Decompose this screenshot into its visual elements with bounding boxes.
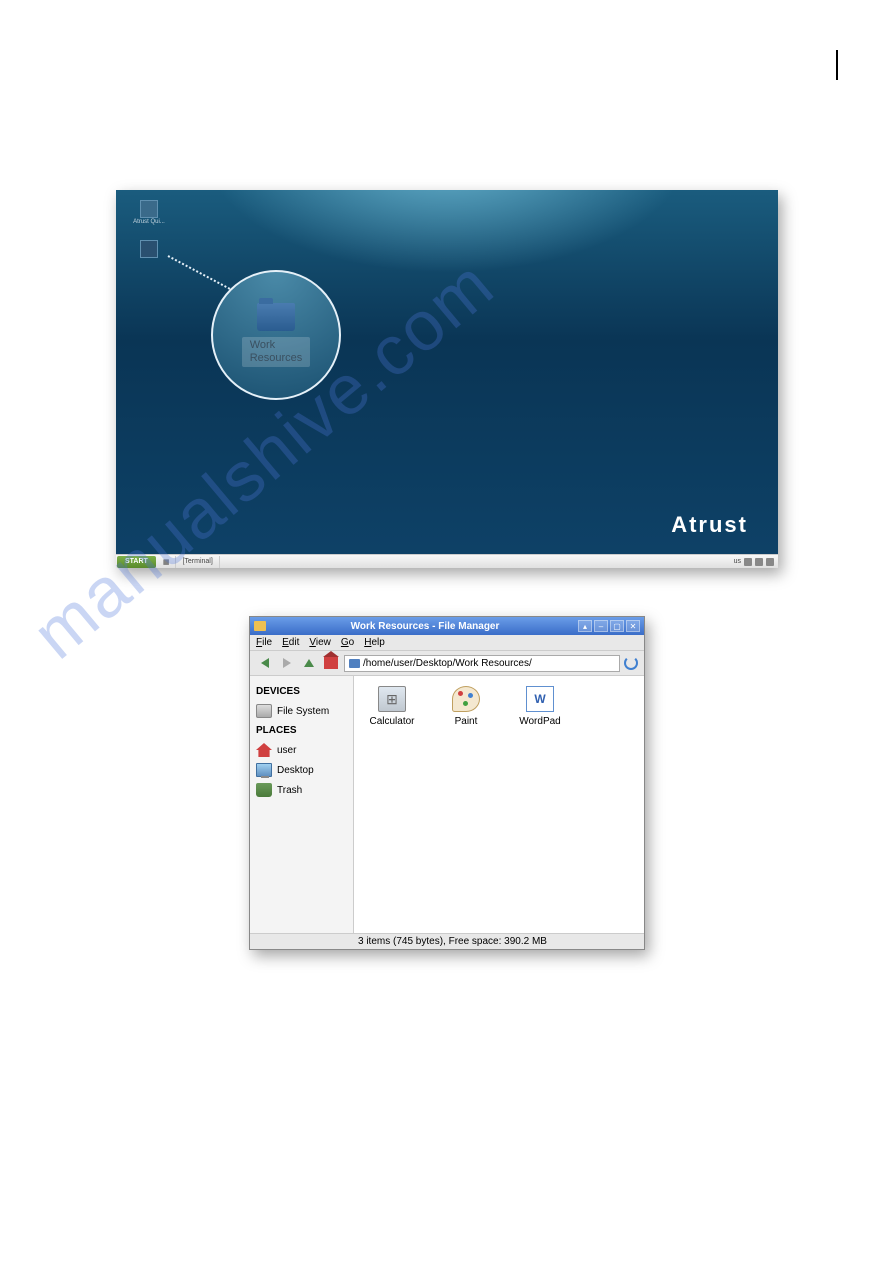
menu-edit[interactable]: Edit — [282, 637, 299, 648]
file-label: WordPad — [519, 716, 561, 727]
tray-icon[interactable] — [755, 558, 763, 566]
status-bar: 3 items (745 bytes), Free space: 390.2 M… — [250, 933, 644, 949]
desktop-icon — [256, 763, 272, 777]
file-item-paint[interactable]: Paint — [438, 686, 494, 727]
desktop-icon-atrust[interactable]: Atrust Qui... — [130, 200, 168, 225]
callout-line — [168, 255, 231, 290]
collapse-button[interactable]: ▴ — [578, 620, 592, 632]
back-button[interactable] — [256, 654, 274, 672]
menu-view[interactable]: View — [309, 637, 331, 648]
file-item-calculator[interactable]: Calculator — [364, 686, 420, 727]
menu-help[interactable]: Help — [364, 637, 385, 648]
magnifier-callout: Work Resources — [211, 270, 341, 400]
file-list[interactable]: Calculator Paint WordPad — [354, 676, 644, 933]
label-line: Resources — [250, 352, 303, 364]
sidebar: DEVICES File System PLACES user Desktop … — [250, 676, 354, 933]
titlebar[interactable]: Work Resources - File Manager ▴ – ▢ ✕ — [250, 617, 644, 635]
system-tray: us — [734, 558, 778, 566]
arrow-back-icon — [261, 658, 269, 668]
folder-icon — [140, 240, 158, 258]
sidebar-header-places: PLACES — [256, 725, 349, 736]
arrow-up-icon — [304, 659, 314, 667]
sidebar-item-label: Trash — [277, 785, 302, 796]
page-marker — [836, 50, 838, 80]
close-button[interactable]: ✕ — [626, 620, 640, 632]
folder-icon — [254, 621, 266, 631]
tray-icon[interactable] — [766, 558, 774, 566]
app-icon — [140, 200, 158, 218]
taskbar: START ▦ [Terminal] us — [116, 554, 778, 568]
desktop-icon-work-resources[interactable] — [130, 240, 168, 259]
wordpad-icon — [526, 686, 554, 712]
sidebar-item-filesystem[interactable]: File System — [254, 701, 349, 721]
taskbar-app-icon[interactable]: ▦ — [157, 556, 177, 568]
minimize-button[interactable]: – — [594, 620, 608, 632]
file-label: Paint — [455, 716, 478, 727]
home-icon — [324, 657, 338, 669]
file-manager-body: DEVICES File System PLACES user Desktop … — [250, 676, 644, 933]
desktop-screenshot: Atrust Qui... Work Resources Atrust STAR… — [116, 190, 778, 568]
home-icon — [256, 743, 272, 757]
start-button[interactable]: START — [117, 556, 156, 568]
sidebar-item-label: File System — [277, 706, 329, 717]
menu-go[interactable]: Go — [341, 637, 354, 648]
folder-icon — [257, 303, 295, 331]
forward-button[interactable] — [278, 654, 296, 672]
up-button[interactable] — [300, 654, 318, 672]
brand-logo: Atrust — [671, 512, 748, 538]
maximize-button[interactable]: ▢ — [610, 620, 624, 632]
refresh-button[interactable] — [624, 656, 638, 670]
menu-file[interactable]: File — [256, 637, 272, 648]
trash-icon — [256, 783, 272, 797]
sidebar-item-label: user — [277, 745, 296, 756]
label-line: Work — [250, 339, 275, 351]
folder-label: Work Resources — [242, 337, 311, 367]
arrow-forward-icon — [283, 658, 291, 668]
desktop-icon-label: Atrust Qui... — [133, 219, 165, 225]
folder-icon — [349, 659, 360, 668]
taskbar-item-terminal[interactable]: [Terminal] — [176, 556, 219, 568]
sidebar-header-devices: DEVICES — [256, 686, 349, 697]
calculator-icon — [378, 686, 406, 712]
path-field[interactable]: /home/user/Desktop/Work Resources/ — [344, 655, 620, 672]
file-label: Calculator — [369, 716, 414, 727]
sidebar-item-label: Desktop — [277, 765, 314, 776]
home-button[interactable] — [322, 654, 340, 672]
window-title: Work Resources - File Manager — [272, 621, 578, 632]
path-text: /home/user/Desktop/Work Resources/ — [363, 658, 532, 669]
file-item-wordpad[interactable]: WordPad — [512, 686, 568, 727]
sidebar-item-desktop[interactable]: Desktop — [254, 760, 349, 780]
sidebar-item-trash[interactable]: Trash — [254, 780, 349, 800]
locale-indicator[interactable]: us — [734, 558, 741, 565]
sidebar-item-user[interactable]: user — [254, 740, 349, 760]
menubar: File Edit View Go Help — [250, 635, 644, 651]
file-manager-window: Work Resources - File Manager ▴ – ▢ ✕ Fi… — [249, 616, 645, 950]
disk-icon — [256, 704, 272, 718]
toolbar: /home/user/Desktop/Work Resources/ — [250, 651, 644, 676]
paint-icon — [452, 686, 480, 712]
tray-icon[interactable] — [744, 558, 752, 566]
